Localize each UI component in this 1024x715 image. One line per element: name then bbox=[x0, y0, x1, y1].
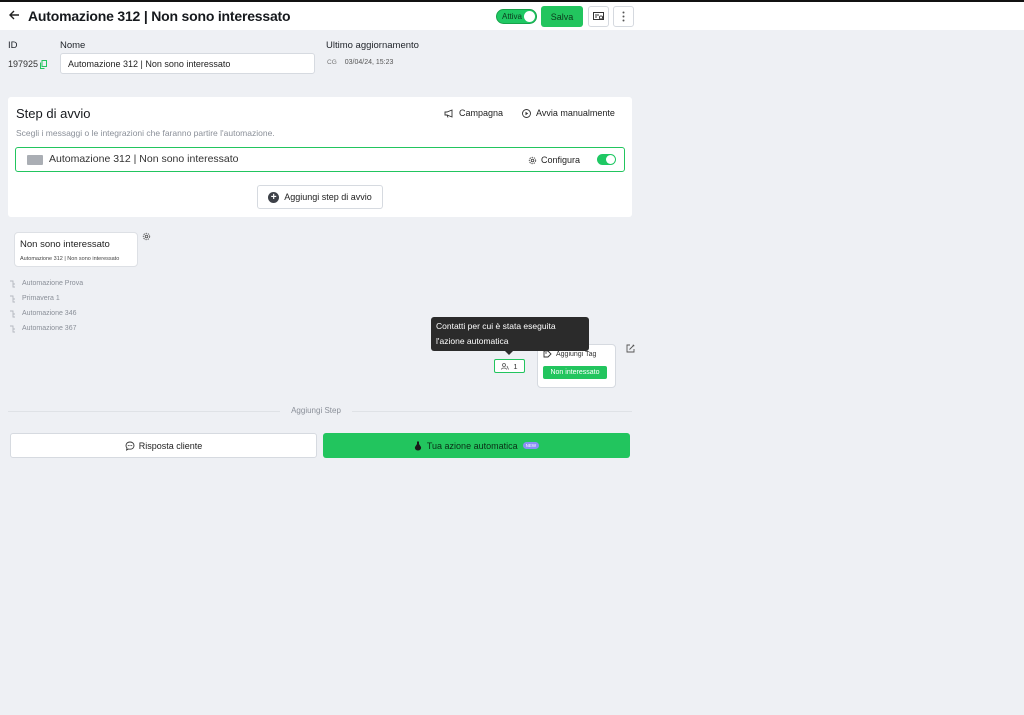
customer-reply-button[interactable]: Risposta cliente bbox=[10, 433, 317, 458]
tooltip-line-2: l'azione automatica bbox=[436, 336, 509, 346]
list-item[interactable]: Automazione 346 bbox=[9, 306, 83, 321]
customer-reply-label: Risposta cliente bbox=[138, 440, 203, 451]
preview-icon bbox=[593, 12, 604, 20]
configure-button[interactable]: Configura bbox=[528, 155, 580, 165]
automation-name: Automazione 346 bbox=[22, 310, 77, 317]
trigger-name: Automazione 312 | Non sono interessato bbox=[49, 153, 239, 165]
back-arrow-icon[interactable] bbox=[6, 7, 22, 23]
more-options-button[interactable] bbox=[613, 6, 634, 27]
plus-circle-icon: + bbox=[268, 191, 280, 203]
trigger-toggle[interactable] bbox=[597, 154, 616, 165]
toggle-knob bbox=[524, 11, 535, 22]
automatic-action-button[interactable]: Tua azione automatica NEW bbox=[323, 433, 630, 458]
active-toggle[interactable]: Attiva bbox=[496, 9, 537, 24]
add-step-label: Aggiungi Step bbox=[291, 406, 341, 415]
trigger-thumbnail bbox=[27, 155, 43, 165]
counter-value: 1 bbox=[513, 361, 518, 371]
list-item[interactable]: Automazione Prova bbox=[9, 276, 83, 291]
page-header: Automazione 312 | Non sono interessato A… bbox=[0, 2, 1024, 30]
megaphone-icon bbox=[444, 108, 453, 118]
add-trigger-button[interactable]: + Aggiungi step di avvio bbox=[257, 185, 383, 209]
copy-icon[interactable] bbox=[40, 59, 48, 69]
tag-node-title: Aggiungi Tag bbox=[556, 350, 597, 358]
start-node[interactable]: Non sono interessato Automazione 312 | N… bbox=[14, 232, 138, 267]
manual-start-link[interactable]: Avvia manualmente bbox=[522, 108, 615, 118]
potion-icon bbox=[414, 441, 421, 450]
list-item[interactable]: Automazione 367 bbox=[9, 321, 83, 336]
trigger-row[interactable]: Automazione 312 | Non sono interessato C… bbox=[15, 147, 625, 172]
tag-node-header: Aggiungi Tag bbox=[543, 350, 596, 358]
flow-icon bbox=[10, 325, 15, 332]
tag-badge: Non interessato bbox=[543, 366, 607, 379]
flow-icon bbox=[10, 295, 15, 302]
users-icon bbox=[501, 362, 510, 370]
preview-button[interactable] bbox=[588, 6, 609, 27]
configure-label: Configura bbox=[541, 155, 581, 165]
campaign-link[interactable]: Campagna bbox=[444, 108, 503, 118]
add-trigger-label: Aggiungi step di avvio bbox=[284, 192, 372, 202]
divider bbox=[8, 411, 280, 412]
page-title: Automazione 312 | Non sono interessato bbox=[28, 8, 291, 24]
tag-icon bbox=[543, 350, 552, 358]
node-settings-icon[interactable] bbox=[142, 232, 151, 241]
active-toggle-label: Attiva bbox=[502, 12, 523, 21]
updated-label: Ultimo aggiornamento bbox=[326, 40, 419, 51]
executions-tooltip: Contatti per cui è stata eseguita l'azio… bbox=[431, 317, 589, 351]
automation-name: Automazione Prova bbox=[22, 280, 84, 287]
kebab-menu-icon bbox=[622, 11, 625, 22]
manual-start-label: Avvia manualmente bbox=[536, 108, 615, 118]
gear-icon bbox=[528, 156, 537, 164]
id-value: 197925 bbox=[8, 59, 48, 69]
linked-automations-list: Automazione Prova Primavera 1 Automazion… bbox=[9, 276, 83, 336]
executions-counter[interactable]: 1 bbox=[494, 359, 525, 373]
id-label: ID bbox=[8, 40, 18, 51]
start-node-title: Non sono interessato bbox=[20, 239, 110, 250]
edit-icon[interactable] bbox=[626, 344, 635, 353]
tooltip-arrow bbox=[505, 351, 513, 355]
new-badge: NEW bbox=[522, 442, 540, 449]
updated-info: CG 03/04/24, 15:23 bbox=[327, 59, 393, 66]
automatic-action-label: Tua azione automatica bbox=[426, 440, 518, 451]
updated-at: 03/04/24, 15:23 bbox=[344, 59, 394, 66]
flow-icon bbox=[10, 310, 15, 317]
toggle-knob bbox=[606, 155, 615, 164]
updated-by: CG bbox=[327, 59, 337, 66]
start-step-title: Step di avvio bbox=[16, 106, 91, 121]
start-node-subtitle: Automazione 312 | Non sono interessato bbox=[20, 256, 120, 262]
automation-name: Primavera 1 bbox=[22, 295, 60, 302]
list-item[interactable]: Primavera 1 bbox=[9, 291, 83, 306]
name-field[interactable] bbox=[60, 53, 315, 74]
start-step-subtitle: Scegli i messaggi o le integrazioni che … bbox=[16, 128, 275, 138]
chat-bubble-icon bbox=[125, 441, 135, 451]
divider bbox=[352, 411, 632, 412]
tooltip-line-1: Contatti per cui è stata eseguita bbox=[436, 321, 556, 331]
campaign-label: Campagna bbox=[459, 108, 504, 118]
play-circle-icon bbox=[522, 108, 531, 118]
name-label: Nome bbox=[60, 40, 86, 51]
start-step-card: Step di avvio Scegli i messaggi o le int… bbox=[8, 97, 632, 217]
flow-icon bbox=[10, 280, 15, 287]
automation-name: Automazione 367 bbox=[22, 325, 77, 332]
save-button[interactable]: Salva bbox=[541, 6, 583, 27]
id-number: 197925 bbox=[8, 59, 39, 69]
